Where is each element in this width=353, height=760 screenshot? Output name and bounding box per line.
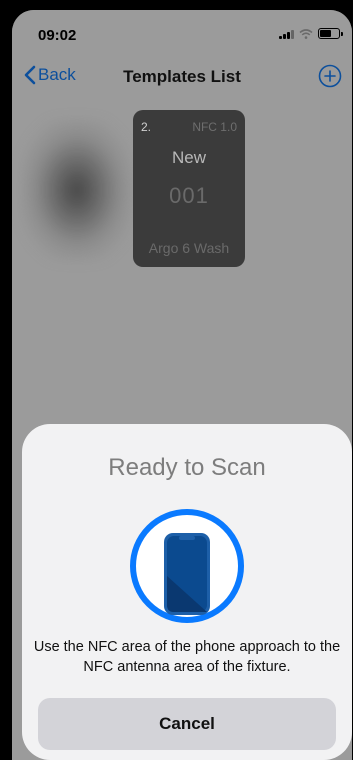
status-time: 09:02 xyxy=(38,27,77,44)
template-card[interactable]: 2. NFC 1.0 New 001 Argo 6 Wash xyxy=(133,110,245,267)
scan-sheet-title: Ready to Scan xyxy=(108,454,266,481)
page-title: Templates List xyxy=(123,67,241,86)
template-index: 2. xyxy=(141,120,152,134)
template-type: NFC 1.0 xyxy=(192,120,237,134)
battery-level xyxy=(320,30,331,37)
scan-instructions: Use the NFC area of the phone approach t… xyxy=(33,639,341,675)
status-icons xyxy=(279,28,343,39)
battery-icon xyxy=(318,28,343,39)
plus-circle-icon[interactable] xyxy=(318,64,342,88)
status-bar: 09:02 xyxy=(12,10,352,60)
nfc-phone-scan-icon xyxy=(130,509,244,623)
cancel-button[interactable]: Cancel xyxy=(38,698,336,750)
navigation-bar: Back Templates List xyxy=(12,60,352,94)
app-screen: 09:02 Back Templates List 2. NFC 1.0 New… xyxy=(12,10,352,760)
template-number: 001 xyxy=(169,183,209,208)
device-frame: 09:02 Back Templates List 2. NFC 1.0 New… xyxy=(0,0,353,760)
wifi-icon xyxy=(299,28,313,39)
nfc-scan-sheet: Ready to Scan Use the NFC area of the ph… xyxy=(22,424,352,760)
signal-icon xyxy=(279,29,294,39)
template-status: New xyxy=(171,148,206,167)
blurred-background-shape xyxy=(22,120,132,260)
template-name: Argo 6 Wash xyxy=(148,240,230,256)
